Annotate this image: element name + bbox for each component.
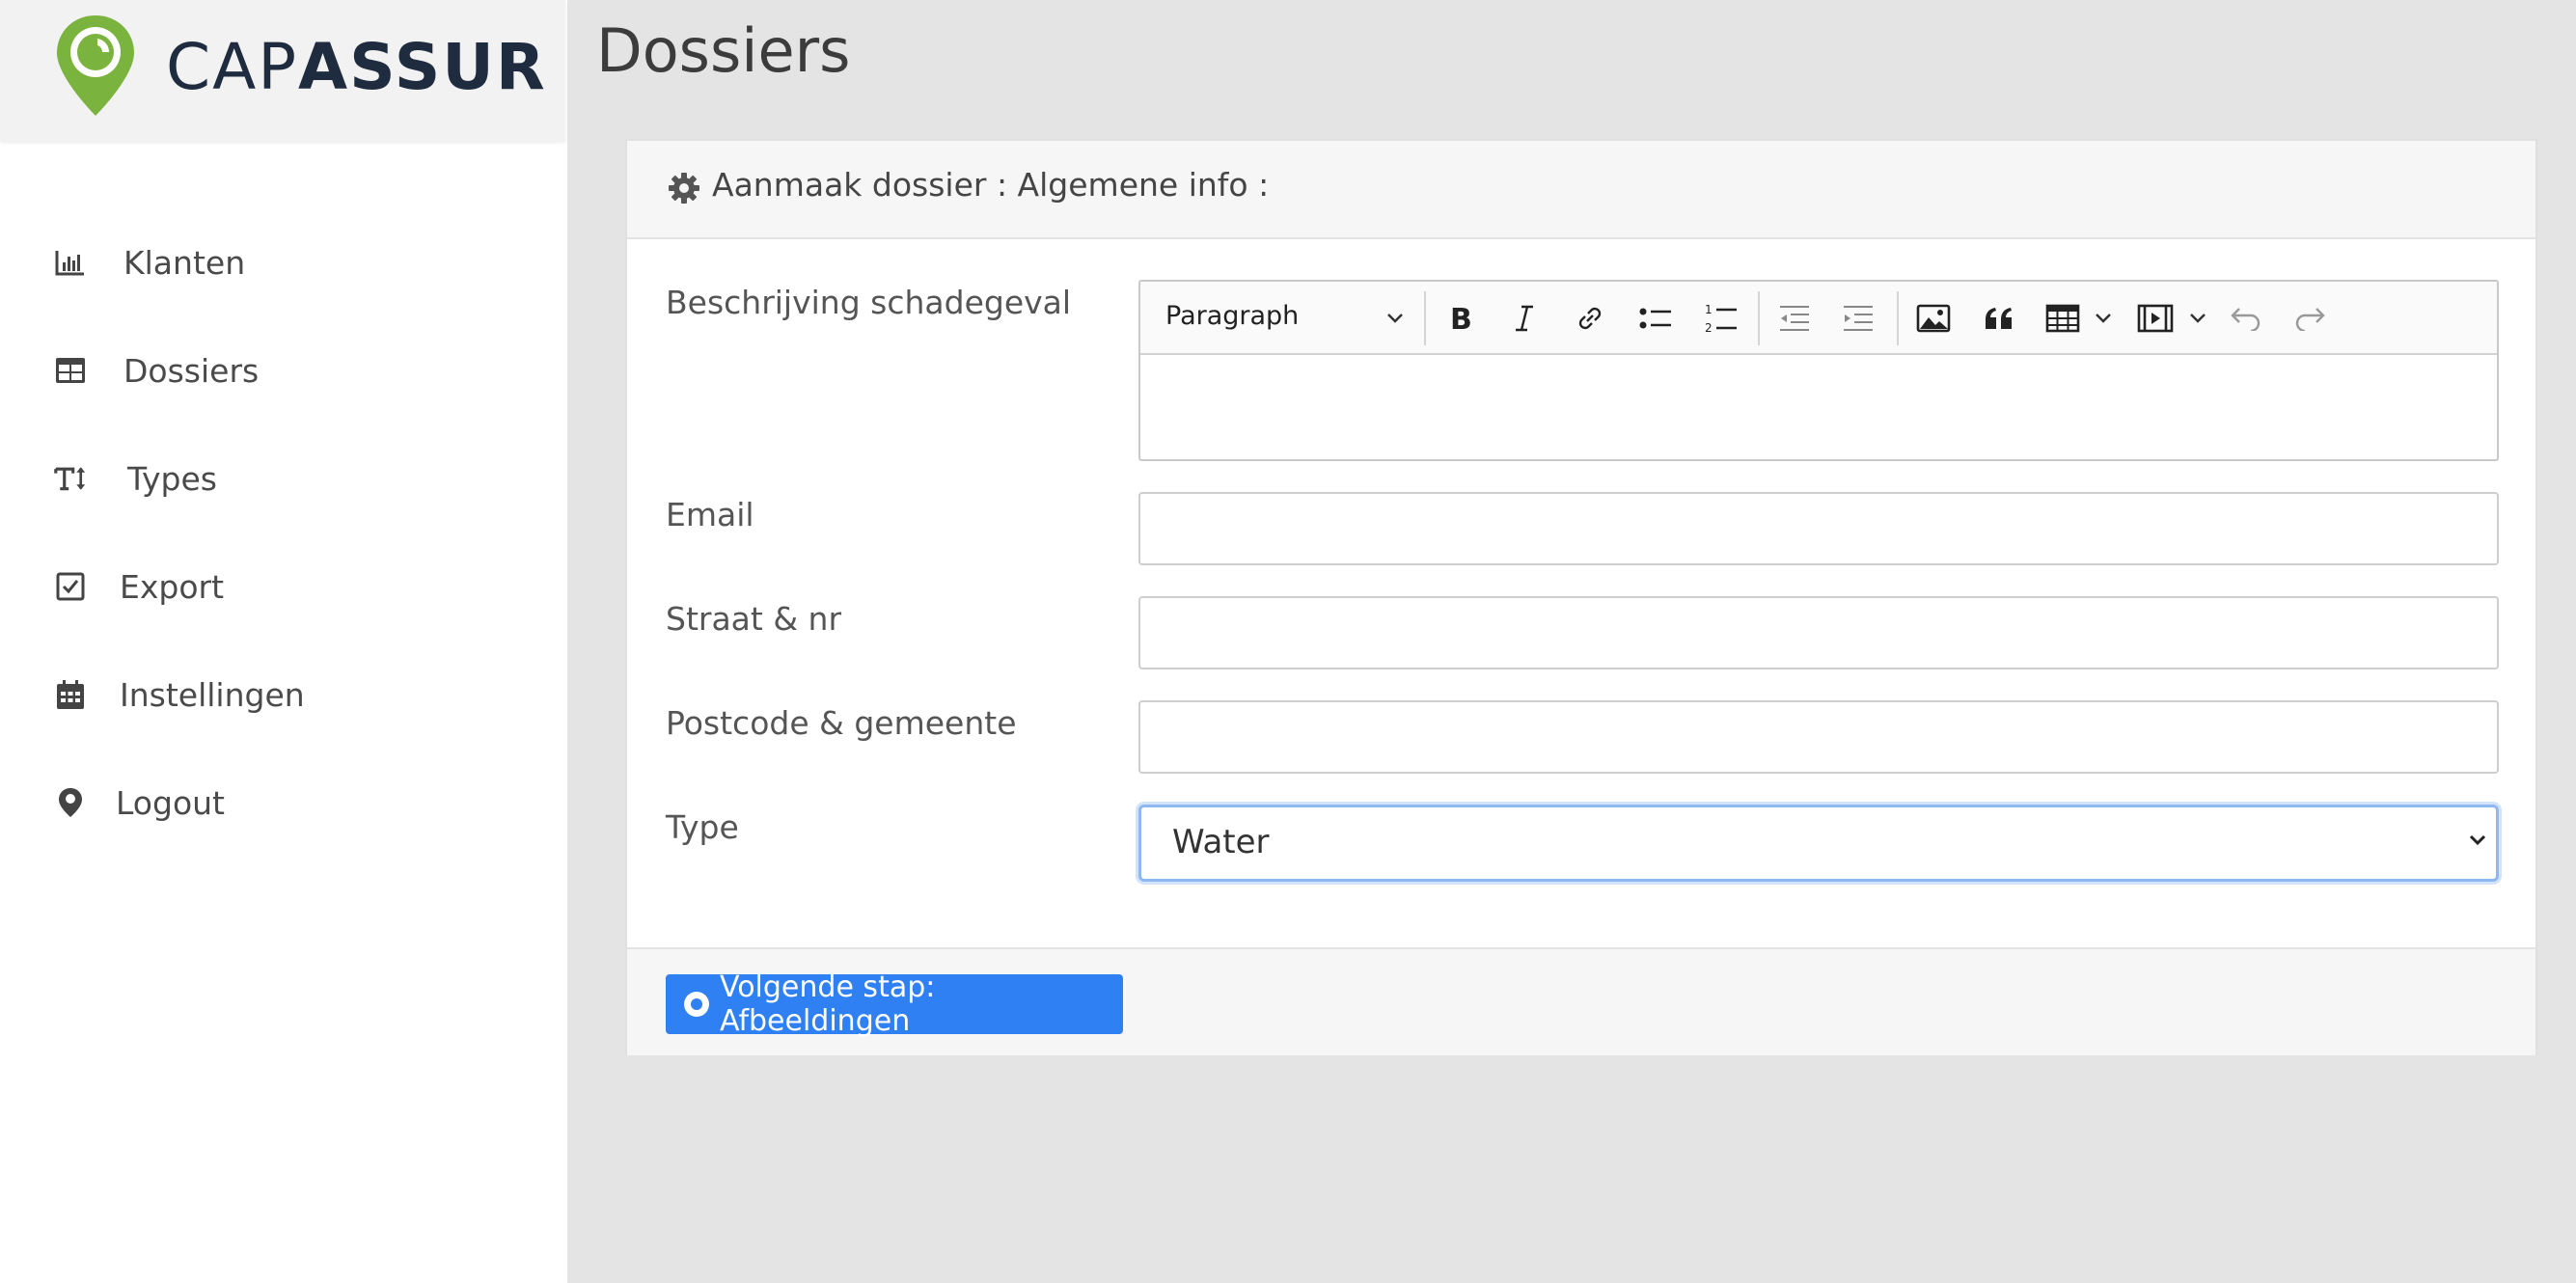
dossier-form-card: Aanmaak dossier : Algemene info : Beschr… [625, 139, 2537, 1055]
toolbar-separator [1758, 291, 1760, 345]
numbered-list-icon[interactable]: 12 [1700, 297, 1742, 340]
brand-assur: ASSUR [298, 30, 547, 104]
type-select-value: Water [1172, 823, 1270, 861]
street-label: Straat & nr [666, 600, 842, 638]
next-step-button[interactable]: Volgende stap: Afbeeldingen [666, 970, 1123, 1038]
bulleted-list-icon[interactable] [1634, 297, 1677, 340]
type-select[interactable]: Water [1138, 805, 2499, 882]
email-field[interactable] [1138, 492, 2499, 565]
toolbar-separator [1424, 291, 1426, 345]
gear-icon [669, 173, 699, 204]
postcode-field[interactable] [1138, 700, 2499, 774]
description-editor: Paragraph B 12 [1138, 280, 2499, 461]
sidebar: CAPASSUR Klanten Dossiers Types Export I… [0, 0, 567, 1283]
link-icon[interactable] [1569, 297, 1611, 340]
sidebar-item-types[interactable]: Types [0, 440, 567, 517]
sidebar-item-label: Instellingen [120, 675, 305, 714]
indent-icon[interactable] [1837, 297, 1879, 340]
media-icon[interactable] [2134, 297, 2177, 340]
map-marker-icon [54, 786, 87, 819]
svg-text:1: 1 [1705, 303, 1713, 316]
redo-icon[interactable] [2288, 297, 2331, 340]
editor-toolbar: Paragraph B 12 [1140, 282, 2497, 355]
toolbar-separator [1897, 291, 1899, 345]
sidebar-item-klanten[interactable]: Klanten [0, 224, 567, 301]
chevron-down-icon[interactable] [2082, 297, 2124, 340]
next-step-label: Volgende stap: Afbeeldingen [720, 970, 936, 1038]
type-label: Type [666, 808, 739, 846]
bar-chart-icon [54, 246, 87, 279]
undo-icon[interactable] [2225, 297, 2267, 340]
card-header-title: Aanmaak dossier : Algemene info : [712, 166, 1270, 204]
card-footer: Volgende stap: Afbeeldingen [627, 947, 2535, 1055]
table-icon [54, 354, 87, 387]
table-icon[interactable] [2042, 297, 2084, 340]
bold-icon[interactable]: B [1439, 297, 1482, 340]
svg-text:B: B [1450, 304, 1472, 333]
chevron-down-icon[interactable] [1374, 297, 1416, 340]
page-title: Dossiers [596, 15, 851, 86]
description-label: Beschrijving schadegeval [666, 284, 1072, 321]
sidebar-item-label: Dossiers [123, 351, 260, 390]
sidebar-item-dossiers[interactable]: Dossiers [0, 332, 567, 409]
brand-cap: CAP [166, 30, 299, 104]
postcode-label: Postcode & gemeente [666, 704, 1017, 742]
quote-icon[interactable] [1978, 297, 2020, 340]
dot-circle-icon [683, 991, 710, 1018]
paragraph-dropdown[interactable]: Paragraph [1165, 301, 1299, 331]
svg-text:2: 2 [1705, 321, 1713, 335]
sidebar-item-label: Logout [116, 783, 225, 822]
sidebar-item-instellingen[interactable]: Instellingen [0, 656, 567, 733]
sidebar-item-label: Types [127, 459, 217, 498]
outdent-icon[interactable] [1773, 297, 1816, 340]
image-icon[interactable] [1912, 297, 1955, 340]
chevron-down-icon [2469, 834, 2486, 846]
sidebar-item-logout[interactable]: Logout [0, 764, 567, 841]
sidebar-item-label: Export [120, 567, 225, 606]
card-header: Aanmaak dossier : Algemene info : [627, 141, 2535, 239]
check-square-icon [54, 570, 87, 603]
street-field[interactable] [1138, 596, 2499, 669]
sidebar-item-export[interactable]: Export [0, 548, 567, 625]
italic-icon[interactable] [1503, 297, 1546, 340]
editor-content-area[interactable] [1140, 355, 2497, 459]
brand-name: CAPASSUR [166, 29, 547, 106]
logo-area: CAPASSUR [0, 0, 565, 141]
text-height-icon [54, 462, 87, 495]
capassur-logo-icon [57, 15, 134, 116]
calendar-icon [54, 678, 87, 711]
sidebar-item-label: Klanten [123, 243, 246, 282]
email-label: Email [666, 496, 754, 533]
chevron-down-icon[interactable] [2177, 297, 2219, 340]
